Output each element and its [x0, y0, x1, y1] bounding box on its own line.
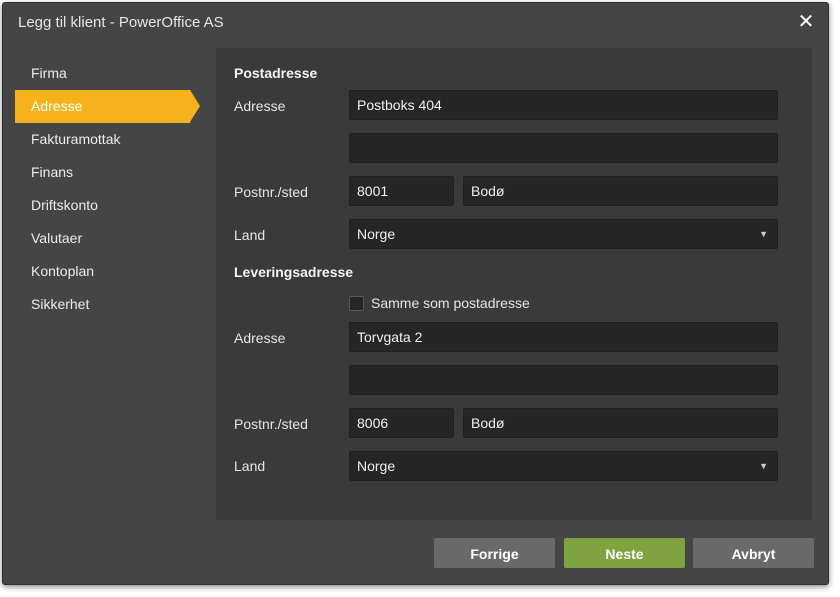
leveringsadresse-city-input[interactable]: Bodø [463, 408, 778, 438]
leveringsadresse-postal-label: Postnr./sted [234, 416, 308, 432]
sidebar-item-sikkerhet[interactable]: Sikkerhet [15, 288, 200, 321]
leveringsadresse-country-label: Land [234, 458, 266, 474]
dialog-title: Legg til klient - PowerOffice AS [18, 14, 224, 31]
cancel-button[interactable]: Avbryt [693, 538, 814, 568]
postadresse-address-line2-input[interactable] [349, 133, 778, 163]
add-client-dialog: Legg til klient - PowerOffice AS ✕ Firma… [2, 2, 829, 585]
leveringsadresse-heading: Leveringsadresse [234, 264, 354, 280]
postadresse-heading: Postadresse [234, 65, 318, 81]
dialog-titlebar: Legg til klient - PowerOffice AS ✕ [3, 3, 828, 43]
close-icon[interactable]: ✕ [796, 12, 816, 32]
sidebar-item-adresse[interactable]: Adresse [15, 90, 200, 123]
next-button[interactable]: Neste [564, 538, 685, 568]
postadresse-country-select[interactable]: Norge ▼ [349, 219, 778, 249]
leveringsadresse-postal-code-input[interactable]: 8006 [349, 408, 454, 438]
caret-down-icon: ▼ [759, 229, 768, 239]
leveringsadresse-address-label: Adresse [234, 330, 286, 346]
leveringsadresse-address-line1-input[interactable]: Torvgata 2 [349, 322, 778, 352]
postadresse-country-value: Norge [357, 226, 396, 242]
previous-button[interactable]: Forrige [434, 538, 555, 568]
postadresse-postal-label: Postnr./sted [234, 184, 308, 200]
sidebar-nav: Firma Adresse Fakturamottak Finans Drift… [15, 57, 200, 321]
same-as-postal-checkbox[interactable] [349, 295, 364, 311]
sidebar-item-fakturamottak[interactable]: Fakturamottak [15, 123, 200, 156]
postadresse-city-input[interactable]: Bodø [463, 176, 778, 206]
sidebar-item-driftskonto[interactable]: Driftskonto [15, 189, 200, 222]
postadresse-country-label: Land [234, 227, 266, 243]
same-as-postal-label: Samme som postadresse [371, 295, 530, 311]
leveringsadresse-country-select[interactable]: Norge ▼ [349, 451, 778, 481]
postadresse-address-label: Adresse [234, 98, 286, 114]
leveringsadresse-country-value: Norge [357, 458, 396, 474]
sidebar-item-firma[interactable]: Firma [15, 57, 200, 90]
sidebar-item-finans[interactable]: Finans [15, 156, 200, 189]
sidebar-item-valutaer[interactable]: Valutaer [15, 222, 200, 255]
address-panel: Postadresse Adresse Postboks 404 Postnr.… [216, 48, 812, 520]
sidebar-item-kontoplan[interactable]: Kontoplan [15, 255, 200, 288]
caret-down-icon: ▼ [759, 461, 768, 471]
postadresse-postal-code-input[interactable]: 8001 [349, 176, 454, 206]
postadresse-address-line1-input[interactable]: Postboks 404 [349, 90, 778, 120]
leveringsadresse-address-line2-input[interactable] [349, 365, 778, 395]
same-as-postal-row: Samme som postadresse [349, 295, 530, 311]
